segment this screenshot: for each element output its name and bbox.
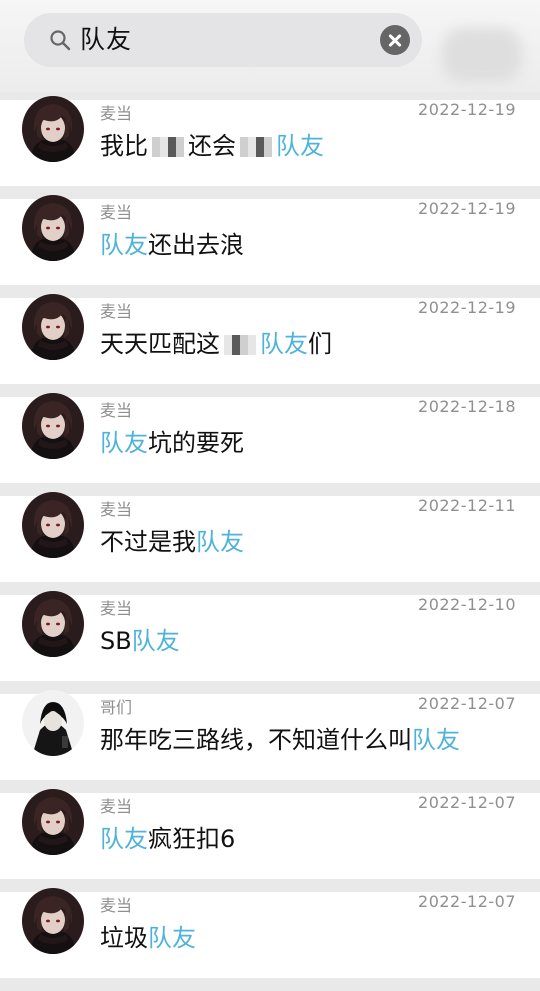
keyword-highlight: 队友 bbox=[148, 924, 196, 952]
message-date: 2022-12-19 bbox=[418, 100, 516, 119]
message-fragment: 那年吃三路线，不知道什么叫 bbox=[100, 726, 412, 754]
message-fragment: 天天匹配这 bbox=[100, 330, 220, 358]
sender-name: 麦当 bbox=[100, 104, 133, 123]
message-date: 2022-12-07 bbox=[418, 694, 516, 713]
avatar bbox=[22, 393, 84, 459]
sender-name: 麦当 bbox=[100, 599, 133, 618]
search-result-item[interactable]: 麦当 2022-12-19 队友还出去浪 bbox=[0, 195, 540, 285]
message-date: 2022-12-18 bbox=[418, 397, 516, 416]
message-fragment: 垃圾 bbox=[100, 924, 148, 952]
search-result-item[interactable]: 麦当 2022-12-11 不过是我队友 bbox=[0, 492, 540, 582]
message-fragment: 不过是我 bbox=[100, 528, 196, 556]
message-date: 2022-12-07 bbox=[418, 793, 516, 812]
search-result-item[interactable]: 麦当 2022-12-19 我比 还会 队友 bbox=[0, 96, 540, 186]
keyword-highlight: 队友 bbox=[100, 825, 148, 853]
mosaic-censor bbox=[152, 128, 184, 164]
sender-name: 麦当 bbox=[100, 401, 133, 420]
message-text: 我比 还会 队友 bbox=[100, 128, 324, 164]
search-icon bbox=[50, 30, 71, 51]
search-results-list: 麦当 2022-12-19 我比 还会 队友 麦当 2022-12-19 队友还出去浪 麦当 20… bbox=[0, 96, 540, 991]
sender-name: 麦当 bbox=[100, 797, 133, 816]
message-fragment: SB bbox=[100, 627, 132, 655]
avatar bbox=[22, 294, 84, 360]
message-fragment: 还出去浪 bbox=[148, 231, 244, 259]
message-text: SB队友 bbox=[100, 623, 180, 659]
keyword-highlight: 队友 bbox=[131, 627, 180, 655]
avatar bbox=[22, 789, 84, 855]
clear-search-button[interactable] bbox=[380, 25, 410, 55]
search-result-item[interactable]: 麦当 2022-12-07 队友疯狂扣6 bbox=[0, 789, 540, 879]
keyword-highlight: 队友 bbox=[260, 330, 308, 358]
blurred-avatar bbox=[442, 28, 522, 82]
search-result-item[interactable]: 哥们 2022-12-07 那年吃三路线，不知道什么叫队友 bbox=[0, 690, 540, 780]
keyword-highlight: 队友 bbox=[412, 726, 460, 754]
mosaic-censor bbox=[240, 128, 272, 164]
avatar bbox=[22, 492, 84, 558]
message-text: 不过是我队友 bbox=[100, 524, 244, 560]
search-query-text: 队友 bbox=[80, 25, 133, 54]
message-fragment: 还会 bbox=[188, 132, 236, 160]
mosaic-censor bbox=[224, 326, 256, 362]
message-text: 天天匹配这 队友们 bbox=[100, 326, 332, 362]
sender-name: 麦当 bbox=[100, 896, 133, 915]
message-fragment: 们 bbox=[308, 330, 332, 358]
message-date: 2022-12-07 bbox=[418, 892, 516, 911]
search-result-item[interactable]: 麦当 2022-12-10 SB队友 bbox=[0, 591, 540, 681]
keyword-highlight: 队友 bbox=[196, 528, 244, 556]
search-header: 队友 bbox=[0, 0, 540, 92]
sender-name: 麦当 bbox=[100, 203, 133, 222]
message-fragment: 我比 bbox=[100, 132, 148, 160]
search-result-item[interactable]: 麦当 2022-12-19 天天匹配这 队友们 bbox=[0, 294, 540, 384]
sender-name: 麦当 bbox=[100, 302, 133, 321]
sender-name: 麦当 bbox=[100, 500, 133, 519]
message-fragment: 坑的要死 bbox=[148, 429, 244, 457]
avatar bbox=[22, 591, 84, 657]
avatar bbox=[22, 690, 84, 756]
avatar bbox=[22, 195, 84, 261]
message-text: 队友坑的要死 bbox=[100, 425, 244, 461]
keyword-highlight: 队友 bbox=[100, 231, 148, 259]
avatar bbox=[22, 96, 84, 162]
message-fragment: 疯狂扣6 bbox=[148, 825, 236, 853]
sender-name: 哥们 bbox=[100, 698, 133, 717]
search-input[interactable]: 队友 bbox=[24, 13, 422, 67]
search-result-item[interactable]: 麦当 2022-12-07 垃圾队友 bbox=[0, 888, 540, 978]
message-text: 队友疯狂扣6 bbox=[100, 821, 235, 857]
message-date: 2022-12-10 bbox=[418, 595, 516, 614]
search-result-item[interactable]: 麦当 2022-12-18 队友坑的要死 bbox=[0, 393, 540, 483]
message-date: 2022-12-11 bbox=[418, 496, 516, 515]
keyword-highlight: 队友 bbox=[100, 429, 148, 457]
avatar bbox=[22, 888, 84, 954]
message-date: 2022-12-19 bbox=[418, 298, 516, 317]
message-date: 2022-12-19 bbox=[418, 199, 516, 218]
message-text: 队友还出去浪 bbox=[100, 227, 244, 263]
keyword-highlight: 队友 bbox=[276, 132, 324, 160]
message-text: 那年吃三路线，不知道什么叫队友 bbox=[100, 722, 460, 758]
